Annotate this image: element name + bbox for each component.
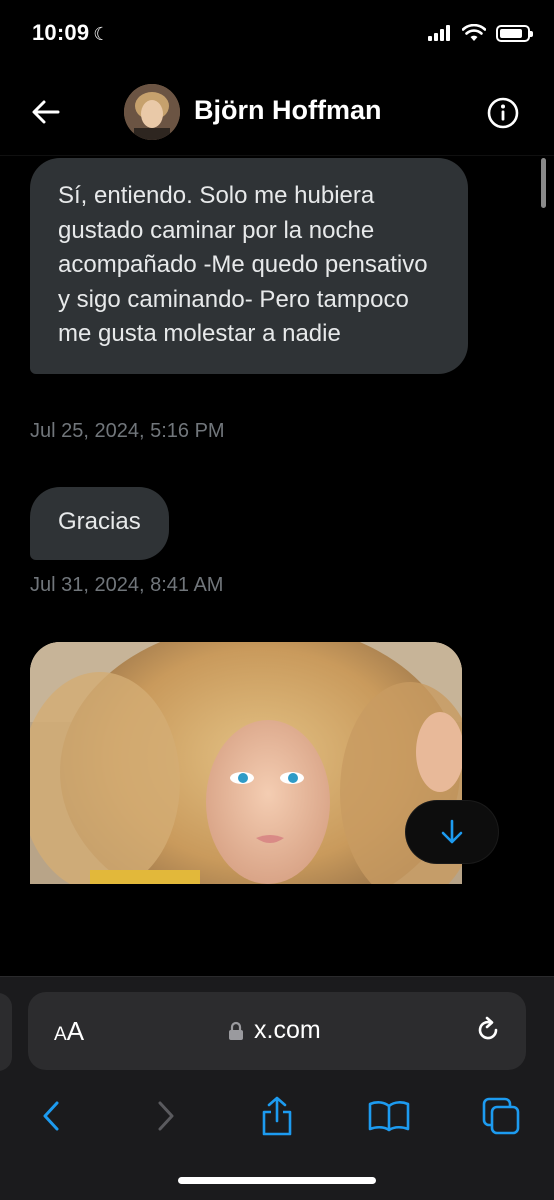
message-bubble[interactable]: Sí, entiendo. Solo me hubiera gustado ca… [30,158,468,374]
message-timestamp: Jul 31, 2024, 8:41 AM [30,574,224,596]
share-button[interactable] [254,1093,300,1139]
browser-toolbar [0,1093,554,1143]
forward-button[interactable] [143,1093,189,1139]
message-text: Gracias [58,508,141,535]
status-bar: 10:09 ☾ [0,0,554,68]
avatar[interactable] [124,84,180,140]
bookmarks-button[interactable] [366,1093,412,1139]
cellular-signal-icon [428,25,450,41]
image-message[interactable] [30,642,462,884]
url-display[interactable]: x.com [228,1016,321,1045]
status-time: 10:09 ☾ [32,20,110,46]
tabs-button[interactable] [478,1093,524,1139]
chevron-right-icon [158,1101,174,1131]
wifi-icon [462,24,486,41]
arrow-down-icon [441,819,463,844]
conversation-header: Björn Hoffman [0,68,554,156]
battery-level [500,28,523,38]
back-arrow-icon[interactable] [30,96,62,128]
moon-icon: ☾ [93,24,110,44]
lock-icon [229,1021,243,1040]
avatar-image [124,84,180,140]
battery-icon [496,24,533,42]
message-timestamp: Jul 25, 2024, 5:16 PM [30,420,225,442]
contact-name[interactable]: Björn Hoffman [194,95,381,126]
scrollbar[interactable] [541,158,546,208]
browser-chrome: AA x.com [0,976,554,1200]
home-indicator[interactable] [178,1177,376,1184]
text-size-button[interactable]: AA [54,1016,84,1047]
book-icon [368,1101,410,1132]
url-text: x.com [254,1016,321,1044]
message-text: Sí, entiendo. Solo me hubiera gustado ca… [58,182,428,347]
back-button[interactable] [28,1093,74,1139]
tabs-icon [482,1097,520,1135]
message-bubble[interactable]: Gracias [30,487,169,560]
info-icon[interactable] [486,96,520,130]
photo-image [30,642,462,884]
clock-text: 10:09 [32,20,90,45]
status-icons [428,24,533,42]
previous-tab-peek[interactable] [0,993,12,1071]
address-bar[interactable]: AA x.com [28,992,526,1070]
share-icon [262,1096,292,1136]
reload-icon[interactable] [472,1014,504,1046]
scroll-to-bottom-button[interactable] [406,801,498,863]
chevron-left-icon [43,1101,59,1131]
